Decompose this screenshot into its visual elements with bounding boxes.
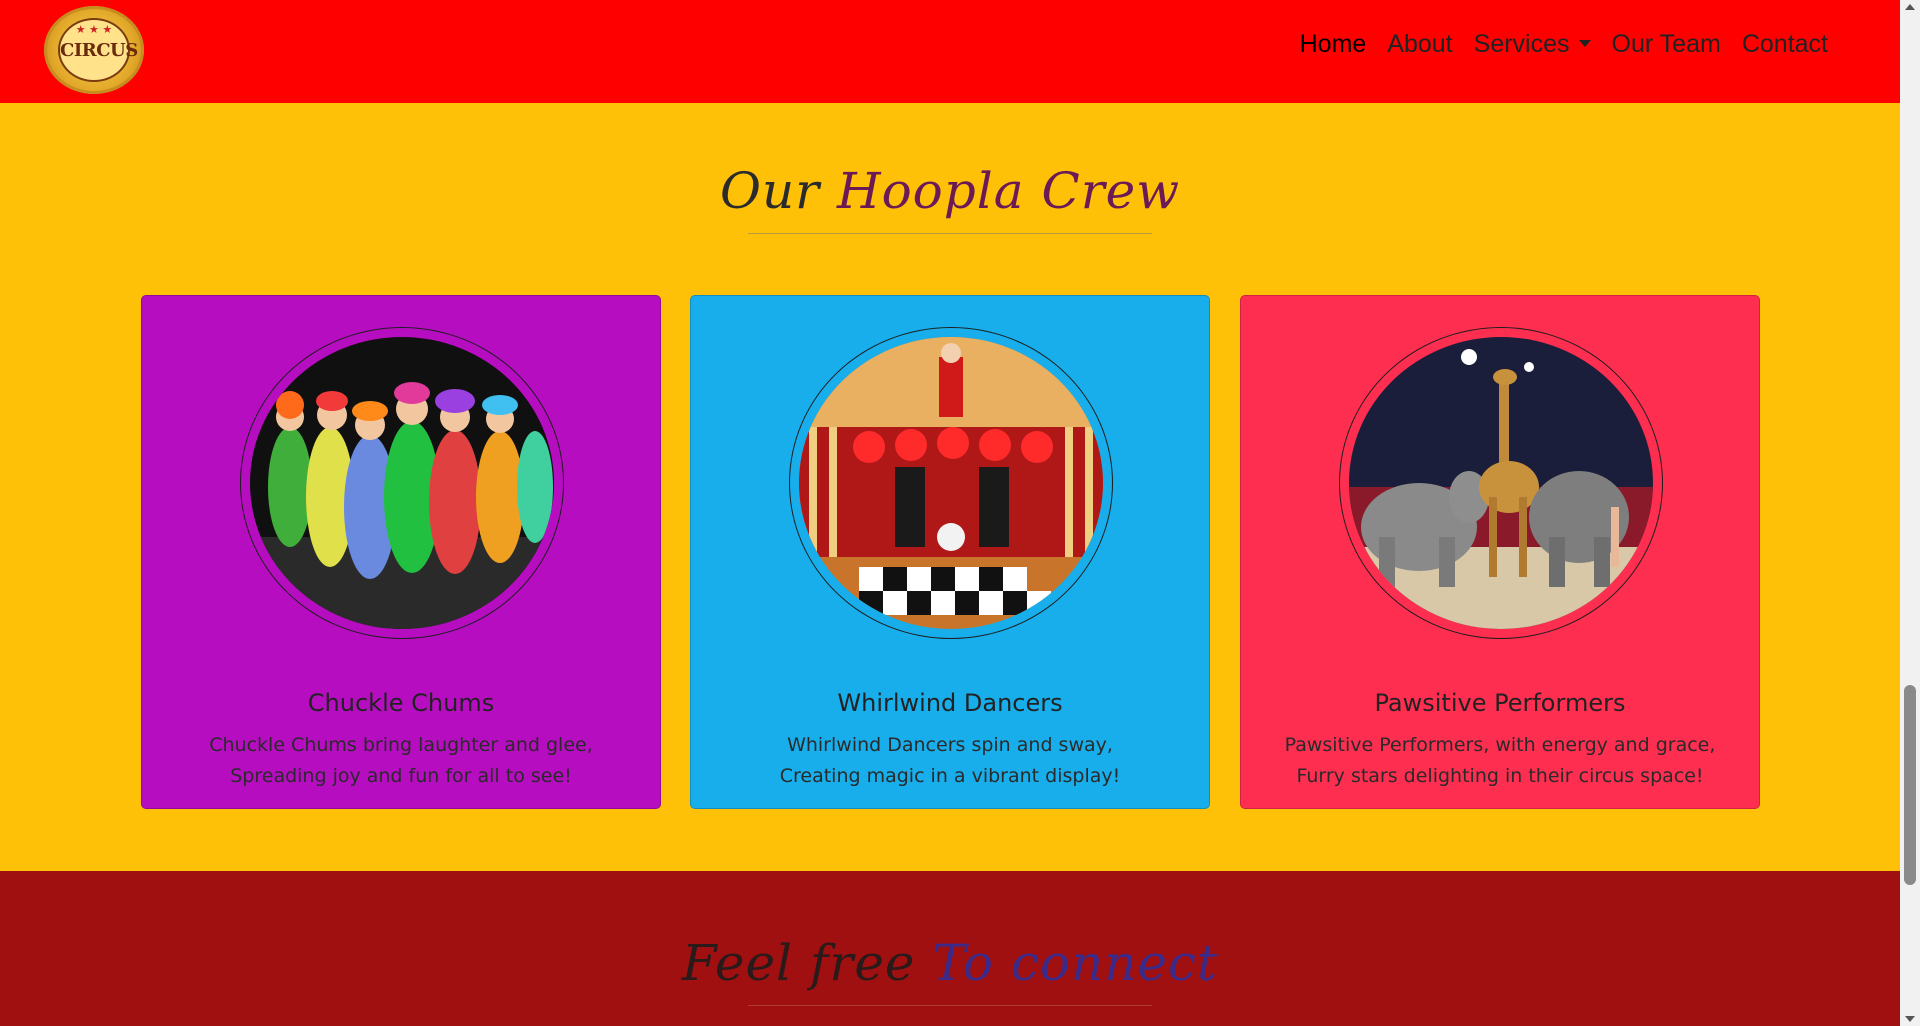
logo-text: CIRCUS bbox=[60, 40, 138, 61]
card-description-line: Creating magic in a vibrant display! bbox=[779, 765, 1121, 787]
team-card-chuckle-chums: Chuckle Chums Chuckle Chums bring laught… bbox=[141, 295, 661, 809]
contact-title-divider bbox=[748, 1005, 1152, 1006]
photo-ring bbox=[789, 327, 1113, 639]
animals-photo bbox=[1349, 337, 1653, 629]
nav-links: Home About Services Our Team Contact bbox=[1279, 30, 1828, 59]
team-title-part2: Hoopla Crew bbox=[836, 162, 1181, 220]
team-section-title: Our Hoopla Crew bbox=[0, 162, 1900, 220]
navbar: ★ ★ ★ CIRCUS Home About Services Our Tea… bbox=[0, 0, 1900, 103]
scrollbar-thumb[interactable] bbox=[1904, 685, 1916, 885]
card-title: Whirlwind Dancers bbox=[837, 689, 1063, 717]
card-description: Chuckle Chums bring laughter and glee, S… bbox=[142, 730, 660, 792]
card-description-line: Whirlwind Dancers spin and sway, bbox=[787, 734, 1113, 756]
caret-down-icon bbox=[1578, 39, 1591, 47]
photo-ring bbox=[1339, 327, 1663, 639]
nav-link-about[interactable]: About bbox=[1387, 30, 1452, 59]
page: ★ ★ ★ CIRCUS Home About Services Our Tea… bbox=[0, 0, 1920, 1026]
scroll-up-icon[interactable] bbox=[1905, 4, 1915, 10]
card-title: Chuckle Chums bbox=[307, 689, 495, 717]
nav-dropdown-services[interactable]: Services bbox=[1474, 30, 1591, 59]
nav-link-contact[interactable]: Contact bbox=[1742, 30, 1828, 59]
nav-link-services-label: Services bbox=[1473, 30, 1570, 58]
team-card-whirlwind-dancers: Whirlwind Dancers Whirlwind Dancers spin… bbox=[690, 295, 1210, 809]
scroll-down-icon[interactable] bbox=[1905, 1016, 1915, 1022]
page-scrollbar[interactable] bbox=[1900, 0, 1920, 1026]
contact-title-part1: Feel free bbox=[681, 934, 916, 992]
card-description-line: Pawsitive Performers, with energy and gr… bbox=[1284, 734, 1716, 756]
team-title-part1: Our bbox=[719, 162, 821, 220]
dancers-photo bbox=[799, 337, 1103, 629]
card-description: Whirlwind Dancers spin and sway, Creatin… bbox=[691, 730, 1209, 792]
clowns-photo bbox=[250, 337, 554, 629]
card-title: Pawsitive Performers bbox=[1374, 689, 1626, 717]
card-description-line: Furry stars delighting in their circus s… bbox=[1296, 765, 1704, 787]
card-description-line: Spreading joy and fun for all to see! bbox=[230, 765, 572, 787]
circus-logo[interactable]: ★ ★ ★ CIRCUS bbox=[44, 6, 144, 94]
logo-badge: ★ ★ ★ CIRCUS bbox=[58, 18, 138, 82]
team-card-pawsitive-performers: Pawsitive Performers Pawsitive Performer… bbox=[1240, 295, 1760, 809]
nav-link-home[interactable]: Home bbox=[1300, 30, 1367, 59]
contact-section-title: Feel free To connect bbox=[0, 934, 1900, 992]
card-description-line: Chuckle Chums bring laughter and glee, bbox=[209, 734, 593, 756]
contact-title-part2: To connect bbox=[932, 934, 1219, 992]
nav-link-our-team[interactable]: Our Team bbox=[1612, 30, 1721, 59]
card-description: Pawsitive Performers, with energy and gr… bbox=[1241, 730, 1759, 792]
star-icon: ★ ★ ★ bbox=[75, 23, 113, 36]
team-title-divider bbox=[748, 233, 1152, 234]
photo-ring bbox=[240, 327, 564, 639]
